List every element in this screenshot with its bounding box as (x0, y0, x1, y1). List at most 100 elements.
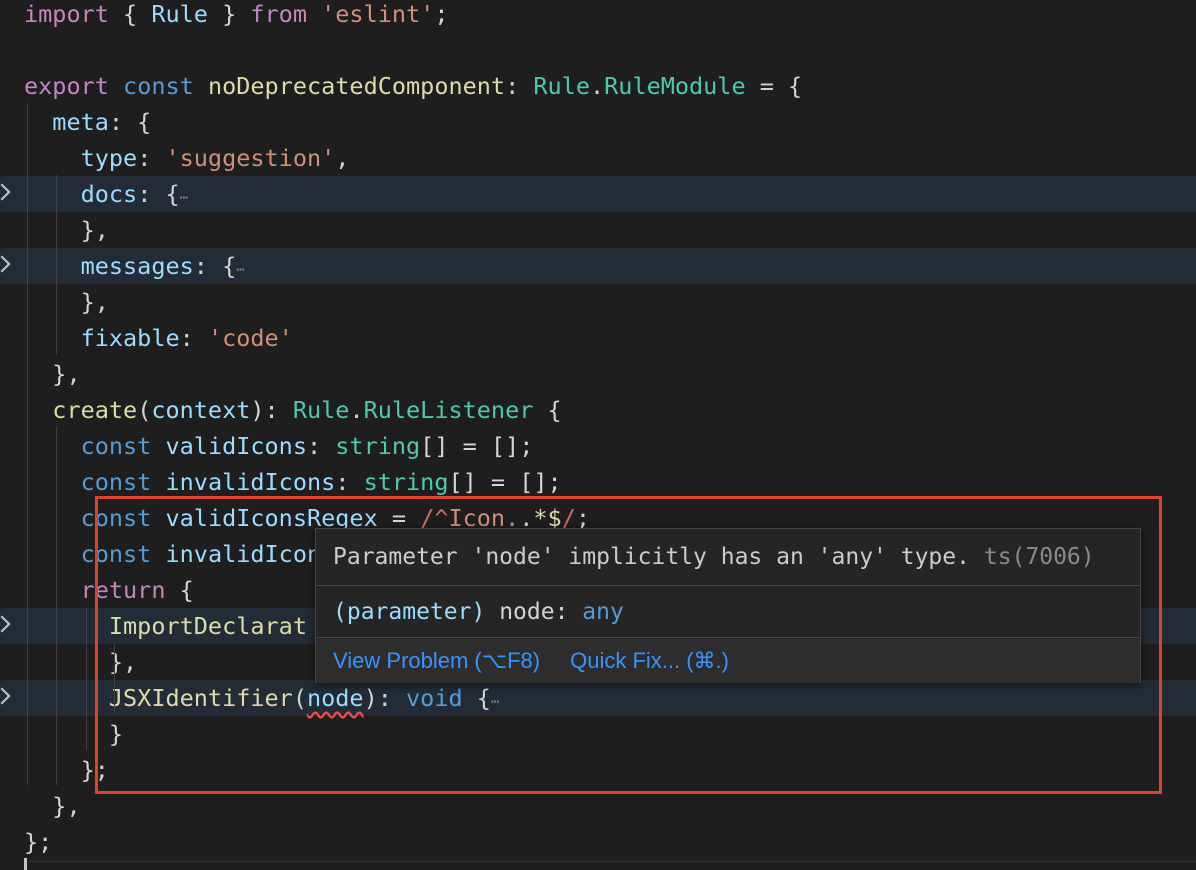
code-token: Rule (151, 0, 208, 28)
code-line[interactable] (0, 32, 1196, 68)
indent-guide (27, 103, 28, 785)
fold-chevron-icon[interactable] (0, 183, 11, 201)
code-token: } (24, 720, 124, 748)
code-token: const (80, 540, 152, 568)
fold-chevron-icon[interactable] (0, 615, 11, 633)
code-line[interactable]: messages: {⋯ (0, 248, 1196, 284)
code-line[interactable]: }, (0, 284, 1196, 320)
editor-bottom-border (28, 861, 1196, 862)
code-token: fixable (80, 324, 180, 352)
code-token: type (80, 144, 138, 172)
code-line[interactable]: }, (0, 212, 1196, 248)
code-token: { (108, 0, 152, 28)
code-token: { (462, 684, 491, 712)
indent-guide (56, 427, 57, 785)
signature-type: any (582, 599, 624, 625)
code-text: create(context): Rule.RuleListener { (24, 392, 561, 428)
code-token: noDeprecatedComponent (207, 72, 506, 100)
code-token: ImportDeclarat (108, 612, 307, 640)
code-token: ): (250, 396, 293, 424)
code-line[interactable]: JSXIdentifier(node): void {⋯ (0, 680, 1196, 716)
code-line[interactable]: const validIcons: string[] = []; (0, 428, 1196, 464)
diagnostic-code: ts(7006) (983, 544, 1095, 570)
fold-chevron-icon[interactable] (0, 255, 11, 273)
code-editor[interactable]: import { Rule } from 'eslint'; export con… (0, 0, 1196, 870)
popup-divider (316, 637, 1140, 638)
code-text: }, (24, 788, 81, 824)
code-text: } (24, 716, 123, 752)
code-token: from (250, 0, 307, 28)
code-token: , (335, 144, 350, 172)
signature-name: node (499, 599, 555, 625)
code-token: const (80, 504, 152, 532)
code-token: = { (745, 72, 803, 100)
code-token: void (406, 684, 463, 712)
code-token: ( (292, 684, 307, 712)
code-text: meta: { (24, 104, 151, 140)
code-text: type: 'suggestion', (24, 140, 350, 176)
code-text: docs: {⋯ (24, 176, 188, 216)
code-line[interactable]: type: 'suggestion', (0, 140, 1196, 176)
code-line[interactable]: const invalidIcons: string[] = []; (0, 464, 1196, 500)
code-token: 'suggestion' (165, 144, 336, 172)
code-line[interactable]: import { Rule } from 'eslint'; (0, 0, 1196, 32)
code-token: ; (434, 0, 449, 28)
code-token: string (363, 468, 449, 496)
code-line[interactable]: meta: { (0, 104, 1196, 140)
code-token: 'code' (207, 324, 293, 352)
code-token: }, (24, 288, 109, 316)
indent-guide (114, 643, 115, 714)
fold-chevron-icon[interactable] (0, 687, 11, 705)
code-line[interactable]: }, (0, 788, 1196, 824)
code-token: : { (137, 180, 180, 208)
code-text: }; (24, 752, 109, 788)
code-token: Rule (533, 72, 590, 100)
code-text: }, (24, 356, 80, 392)
code-line[interactable]: } (0, 716, 1196, 752)
code-line[interactable]: docs: {⋯ (0, 176, 1196, 212)
code-line[interactable]: }, (0, 356, 1196, 392)
code-token: : (505, 72, 534, 100)
code-text: import { Rule } from 'eslint'; (24, 0, 448, 32)
view-problem-link[interactable]: View Problem (⌥F8) (333, 648, 540, 673)
code-token: } (207, 0, 251, 28)
folded-ellipsis-icon: ⋯ (179, 190, 189, 206)
code-token: messages (80, 252, 194, 280)
signature-colon: : (554, 599, 569, 625)
code-token: const (80, 468, 152, 496)
code-line[interactable]: }; (0, 824, 1196, 860)
indent-guide (56, 175, 57, 355)
code-text: const invalidIcons (24, 536, 336, 572)
code-line[interactable]: export const noDeprecatedComponent: Rule… (0, 68, 1196, 104)
code-line[interactable]: create(context): Rule.RuleListener { (0, 392, 1196, 428)
code-token: string (335, 432, 421, 460)
code-token: Rule (292, 396, 350, 424)
code-token: import (24, 0, 109, 28)
code-line[interactable]: }; (0, 752, 1196, 788)
code-token: invalidIcons (165, 468, 336, 496)
code-token: : (137, 144, 166, 172)
code-text: }, (24, 644, 137, 680)
code-token: }, (24, 792, 81, 820)
code-token: ( (137, 396, 152, 424)
code-token: validIcons (165, 432, 307, 460)
type-signature: (parameter) node: any (316, 587, 1140, 637)
quick-fix-link[interactable]: Quick Fix... (⌘.) (570, 648, 729, 673)
code-line[interactable]: fixable: 'code' (0, 320, 1196, 356)
code-token: export (24, 72, 109, 100)
code-token: }, (24, 216, 109, 244)
